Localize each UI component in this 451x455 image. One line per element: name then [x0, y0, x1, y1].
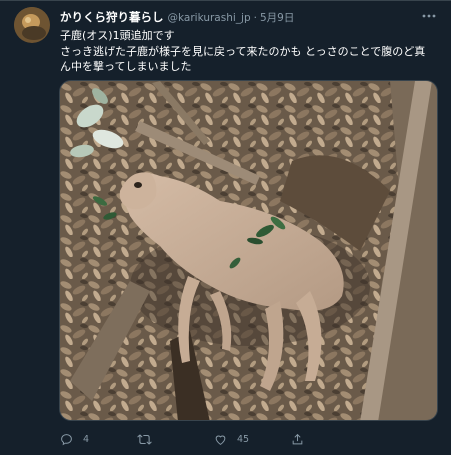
tweet-header: かりくら狩り暮らし @karikurashi_jp · 5月9日: [60, 9, 421, 27]
photo-illustration: [60, 81, 437, 420]
avatar[interactable]: [14, 7, 50, 43]
like-count: 45: [237, 433, 250, 445]
retweet-button[interactable]: [137, 433, 214, 446]
tweet-text-line: 子鹿(オス)1頭追加です: [60, 29, 175, 42]
user-handle[interactable]: @karikurashi_jp: [168, 12, 251, 24]
tweet-date[interactable]: 5月9日: [260, 10, 294, 25]
reply-button[interactable]: 4: [60, 433, 137, 446]
display-name[interactable]: かりくら狩り暮らし: [60, 9, 164, 25]
tweet[interactable]: かりくら狩り暮らし @karikurashi_jp · 5月9日 子鹿(オス)1…: [0, 0, 451, 455]
retweet-icon: [137, 434, 152, 444]
tweet-text-line: ん中を撃ってしまいました: [60, 60, 192, 73]
more-options-icon[interactable]: [421, 8, 437, 24]
tweet-text: 子鹿(オス)1頭追加です さっき逃げた子鹿が様子を見に戻って来たのかも とっさの…: [60, 28, 440, 75]
share-icon: [292, 433, 303, 444]
like-icon: [215, 435, 226, 445]
like-button[interactable]: 45: [214, 433, 291, 446]
reply-icon: [61, 433, 72, 445]
tweet-actions: 4 45: [60, 429, 430, 449]
tweet-text-line: さっき逃げた子鹿が様子を見に戻って来たのかも とっさのことで腹のど真: [60, 44, 426, 58]
share-button[interactable]: [291, 433, 368, 446]
separator-dot: ·: [253, 12, 257, 24]
tweet-photo[interactable]: [59, 80, 438, 421]
divider: [0, 0, 451, 1]
reply-count: 4: [83, 433, 90, 445]
